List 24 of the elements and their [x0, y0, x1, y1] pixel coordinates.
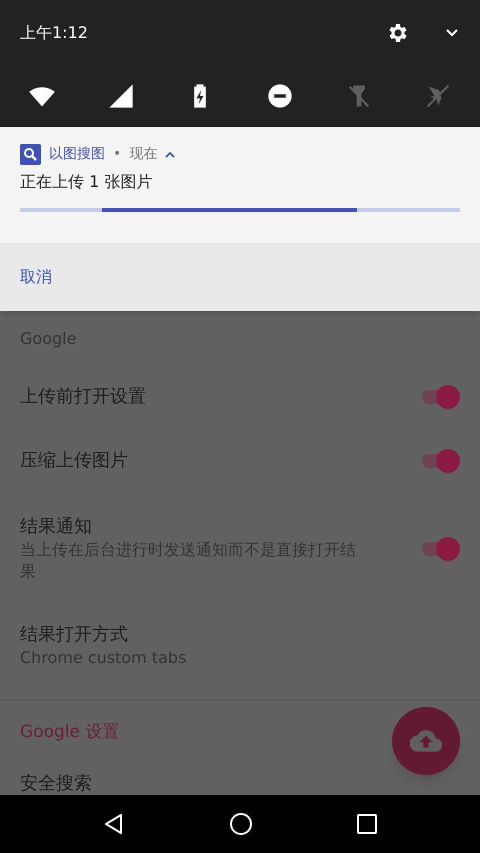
- notification-title: 正在上传 1 张图片: [20, 171, 154, 193]
- setting-title: 压缩上传图片: [20, 449, 129, 473]
- setting-title: 上传前打开设置: [20, 385, 147, 409]
- notification-time: 现在: [129, 145, 158, 164]
- cancel-button[interactable]: 取消: [20, 265, 52, 289]
- home-icon[interactable]: [228, 812, 253, 836]
- settings-item[interactable]: 压缩上传图片: [0, 429, 480, 493]
- separator-dot: •: [113, 145, 122, 164]
- settings-item[interactable]: 上传前打开设置: [0, 365, 480, 429]
- collapse-caret-icon[interactable]: [165, 150, 176, 160]
- do-not-disturb-icon[interactable]: [266, 82, 294, 110]
- category-header: Google 设置: [20, 722, 120, 742]
- search-icon: [20, 144, 41, 165]
- recents-icon[interactable]: [356, 813, 378, 835]
- setting-title: 结果打开方式: [20, 623, 129, 647]
- app-name: 以图搜图: [49, 145, 105, 164]
- toggle-switch[interactable]: [420, 385, 460, 409]
- toggle-switch[interactable]: [420, 537, 460, 561]
- toggle-switch[interactable]: [420, 449, 460, 473]
- clock: 上午1:12: [20, 22, 88, 44]
- setting-title: 结果通知: [20, 515, 93, 539]
- signal-icon[interactable]: [107, 82, 136, 110]
- settings-item[interactable]: 安全搜索: [0, 750, 480, 795]
- setting-title: 安全搜索: [20, 772, 93, 795]
